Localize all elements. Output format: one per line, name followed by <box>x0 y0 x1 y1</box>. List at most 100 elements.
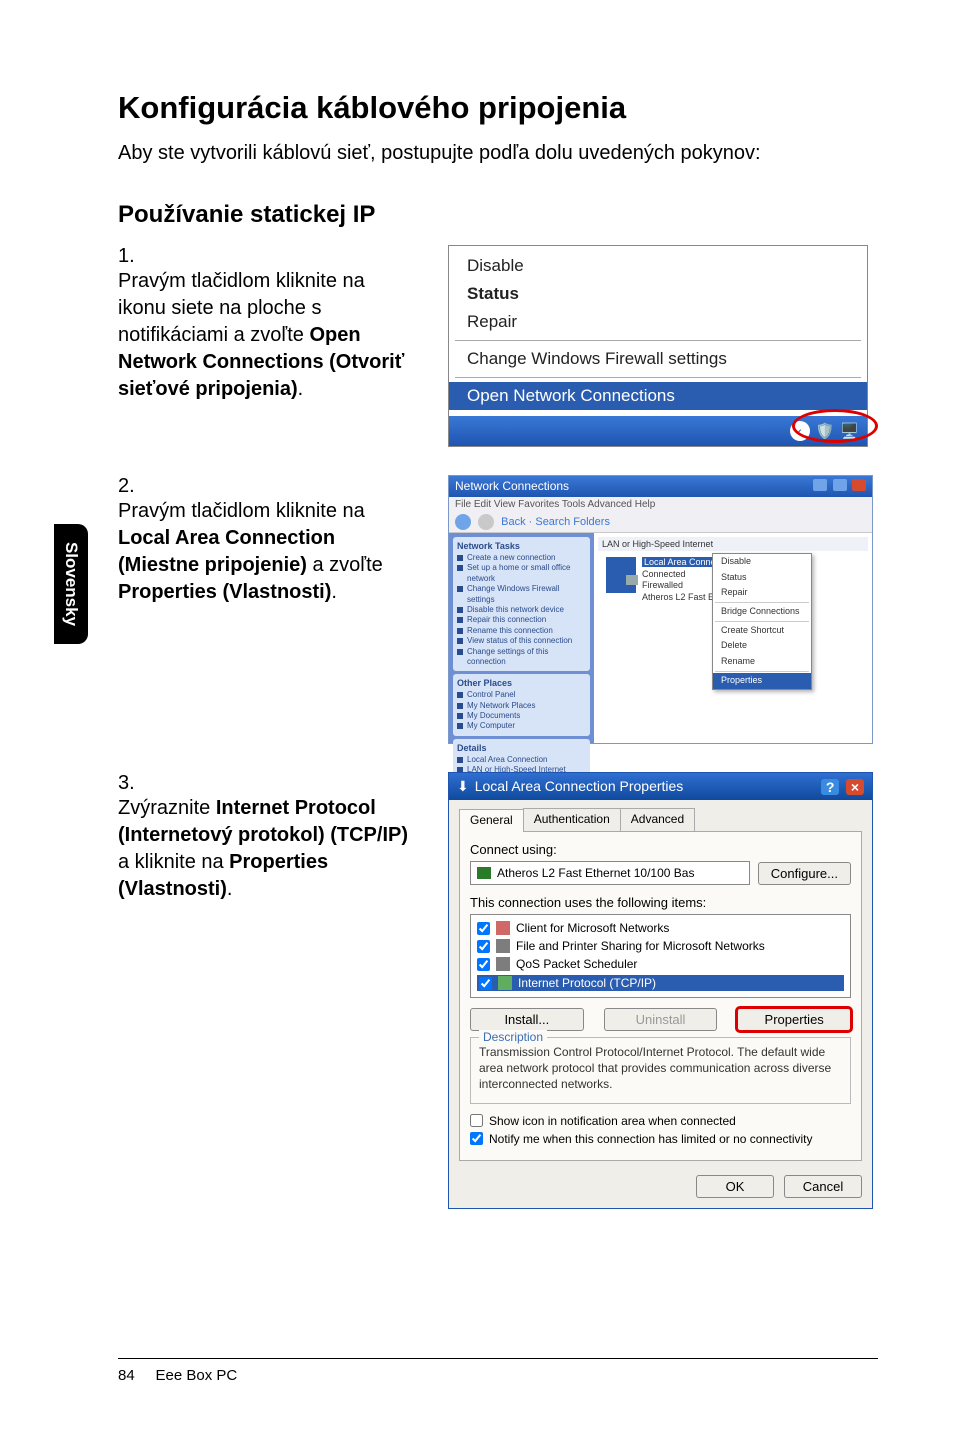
item-internet-protocol-tcpip[interactable]: Internet Protocol (TCP/IP) <box>477 975 844 991</box>
page-number: 84 <box>118 1367 135 1384</box>
side-panel-link[interactable]: View status of this connection <box>457 636 586 646</box>
side-panel-link: Local Area Connection <box>457 755 586 765</box>
item-client-label: Client for Microsoft Networks <box>516 921 669 935</box>
item-client-checkbox[interactable] <box>477 922 490 935</box>
window-titlebar: Network Connections <box>449 476 872 497</box>
tray-expand-icon[interactable]: ‹ <box>790 421 810 441</box>
side-panel-link[interactable]: Change Windows Firewall settings <box>457 584 586 605</box>
menu-item-status[interactable]: Status <box>449 280 867 308</box>
screenshot-network-connections-window: Network Connections File Edit View Favor… <box>448 475 873 744</box>
window-toolbar[interactable]: Back · Search Folders <box>449 512 872 533</box>
product-name: Eee Box PC <box>156 1367 238 1384</box>
network-tasks-panel: Network Tasks Create a new connectionSet… <box>453 537 590 671</box>
side-panel-link[interactable]: Rename this connection <box>457 626 586 636</box>
window-menubar[interactable]: File Edit View Favorites Tools Advanced … <box>449 497 872 512</box>
show-icon-option[interactable]: Show icon in notification area when conn… <box>470 1114 851 1128</box>
item-file-printer-sharing[interactable]: File and Printer Sharing for Microsoft N… <box>477 939 844 953</box>
other-places-header: Other Places <box>457 678 586 688</box>
cancel-button[interactable]: Cancel <box>784 1175 862 1198</box>
tab-general[interactable]: General <box>459 809 524 832</box>
side-panel-link[interactable]: My Network Places <box>457 701 586 711</box>
side-panel-link[interactable]: My Documents <box>457 711 586 721</box>
tab-advanced[interactable]: Advanced <box>620 808 695 831</box>
forward-button-icon[interactable] <box>478 514 494 530</box>
step-2-number: 2. <box>118 475 146 498</box>
dialog-title: Local Area Connection Properties <box>475 778 684 794</box>
context-menu-item[interactable]: Repair <box>713 585 811 601</box>
minimize-button[interactable] <box>813 479 827 491</box>
network-tasks-header: Network Tasks <box>457 541 586 551</box>
other-places-panel: Other Places Control PanelMy Network Pla… <box>453 674 590 736</box>
install-button[interactable]: Install... <box>470 1008 584 1031</box>
tab-authentication[interactable]: Authentication <box>523 808 621 831</box>
show-icon-label: Show icon in notification area when conn… <box>489 1114 736 1128</box>
context-menu-item[interactable]: Status <box>713 570 811 586</box>
context-menu-item[interactable]: Delete <box>713 638 811 654</box>
connect-using-label: Connect using: <box>470 842 851 857</box>
screenshot-lac-properties-dialog: ⬇ Local Area Connection Properties ? × Ge… <box>448 772 873 1209</box>
side-panel-link[interactable]: Create a new connection <box>457 553 586 563</box>
notify-option[interactable]: Notify me when this connection has limit… <box>470 1132 851 1146</box>
step-2-text: Pravým tlačidlom kliknite na Local Area … <box>118 498 408 606</box>
page-footer: 84 Eee Box PC <box>118 1358 878 1384</box>
window-buttons <box>811 479 866 494</box>
local-area-connection-item[interactable]: Local Area Connection Connected Firewall… <box>598 557 868 604</box>
client-icon <box>496 921 510 935</box>
toolbar-text: Back · Search Folders <box>501 516 610 528</box>
properties-button[interactable]: Properties <box>737 1008 851 1031</box>
dialog-tabs: General Authentication Advanced <box>459 808 862 831</box>
description-group: Description Transmission Control Protoco… <box>470 1037 851 1104</box>
close-button[interactable] <box>852 479 866 491</box>
context-menu-item[interactable]: Bridge Connections <box>713 604 811 620</box>
step-1-row: 1. Pravým tlačidlom kliknite na ikonu si… <box>118 245 874 447</box>
general-tab-panel: Connect using: Atheros L2 Fast Ethernet … <box>459 831 862 1161</box>
side-panel-link[interactable]: Disable this network device <box>457 605 586 615</box>
help-button[interactable]: ? <box>821 779 839 795</box>
item-qos-scheduler[interactable]: QoS Packet Scheduler <box>477 957 844 971</box>
context-menu-item[interactable]: Create Shortcut <box>713 623 811 639</box>
side-panel-link[interactable]: Repair this connection <box>457 615 586 625</box>
uninstall-button[interactable]: Uninstall <box>604 1008 718 1031</box>
step-2-row: 2. Pravým tlačidlom kliknite na Local Ar… <box>118 475 874 744</box>
ok-button[interactable]: OK <box>696 1175 774 1198</box>
tray-network-icon[interactable]: 🖥️ <box>840 422 859 440</box>
adapter-field: Atheros L2 Fast Ethernet 10/100 Bas <box>470 861 750 885</box>
item-fps-checkbox[interactable] <box>477 940 490 953</box>
adapter-icon <box>477 867 491 879</box>
menu-item-open-network-connections[interactable]: Open Network Connections <box>449 382 867 410</box>
item-client-microsoft-networks[interactable]: Client for Microsoft Networks <box>477 921 844 935</box>
tray-context-menu: Disable Status Repair Change Windows Fir… <box>449 246 867 416</box>
context-menu-item[interactable]: Properties <box>713 673 811 689</box>
protocol-items-list: Client for Microsoft Networks File and P… <box>470 914 851 998</box>
side-panel-link[interactable]: Control Panel <box>457 690 586 700</box>
maximize-button[interactable] <box>833 479 847 491</box>
description-legend: Description <box>479 1030 547 1044</box>
description-text: Transmission Control Protocol/Internet P… <box>479 1044 842 1093</box>
intro-paragraph: Aby ste vytvorili káblovú sieť, postupuj… <box>118 140 874 167</box>
screenshot-context-menu-tray: Disable Status Repair Change Windows Fir… <box>448 245 868 447</box>
side-panel-link[interactable]: Set up a home or small office network <box>457 563 586 584</box>
side-panel-link[interactable]: My Computer <box>457 721 586 731</box>
menu-separator <box>455 377 861 378</box>
menu-item-disable[interactable]: Disable <box>449 252 867 280</box>
window-title: Network Connections <box>455 479 569 494</box>
context-menu-item[interactable]: Rename <box>713 654 811 670</box>
menu-item-firewall[interactable]: Change Windows Firewall settings <box>449 345 867 373</box>
notify-checkbox[interactable] <box>470 1132 483 1145</box>
show-icon-checkbox[interactable] <box>470 1114 483 1127</box>
sub-heading: Používanie statickej IP <box>118 201 874 229</box>
side-panel-link[interactable]: Change settings of this connection <box>457 647 586 668</box>
close-button[interactable]: × <box>846 779 864 795</box>
tray-shield-icon[interactable]: 🛡️ <box>816 422 835 440</box>
service-icon <box>496 957 510 971</box>
notify-label: Notify me when this connection has limit… <box>489 1132 813 1146</box>
dialog-title-icon: ⬇ <box>457 778 469 794</box>
protocol-icon <box>498 976 512 990</box>
configure-button[interactable]: Configure... <box>758 862 851 885</box>
item-tcpip-checkbox[interactable] <box>479 977 492 990</box>
context-menu-item[interactable]: Disable <box>713 554 811 570</box>
language-side-tab: Slovensky <box>54 524 88 644</box>
item-qos-checkbox[interactable] <box>477 958 490 971</box>
back-button-icon[interactable] <box>455 514 471 530</box>
menu-item-repair[interactable]: Repair <box>449 308 867 336</box>
